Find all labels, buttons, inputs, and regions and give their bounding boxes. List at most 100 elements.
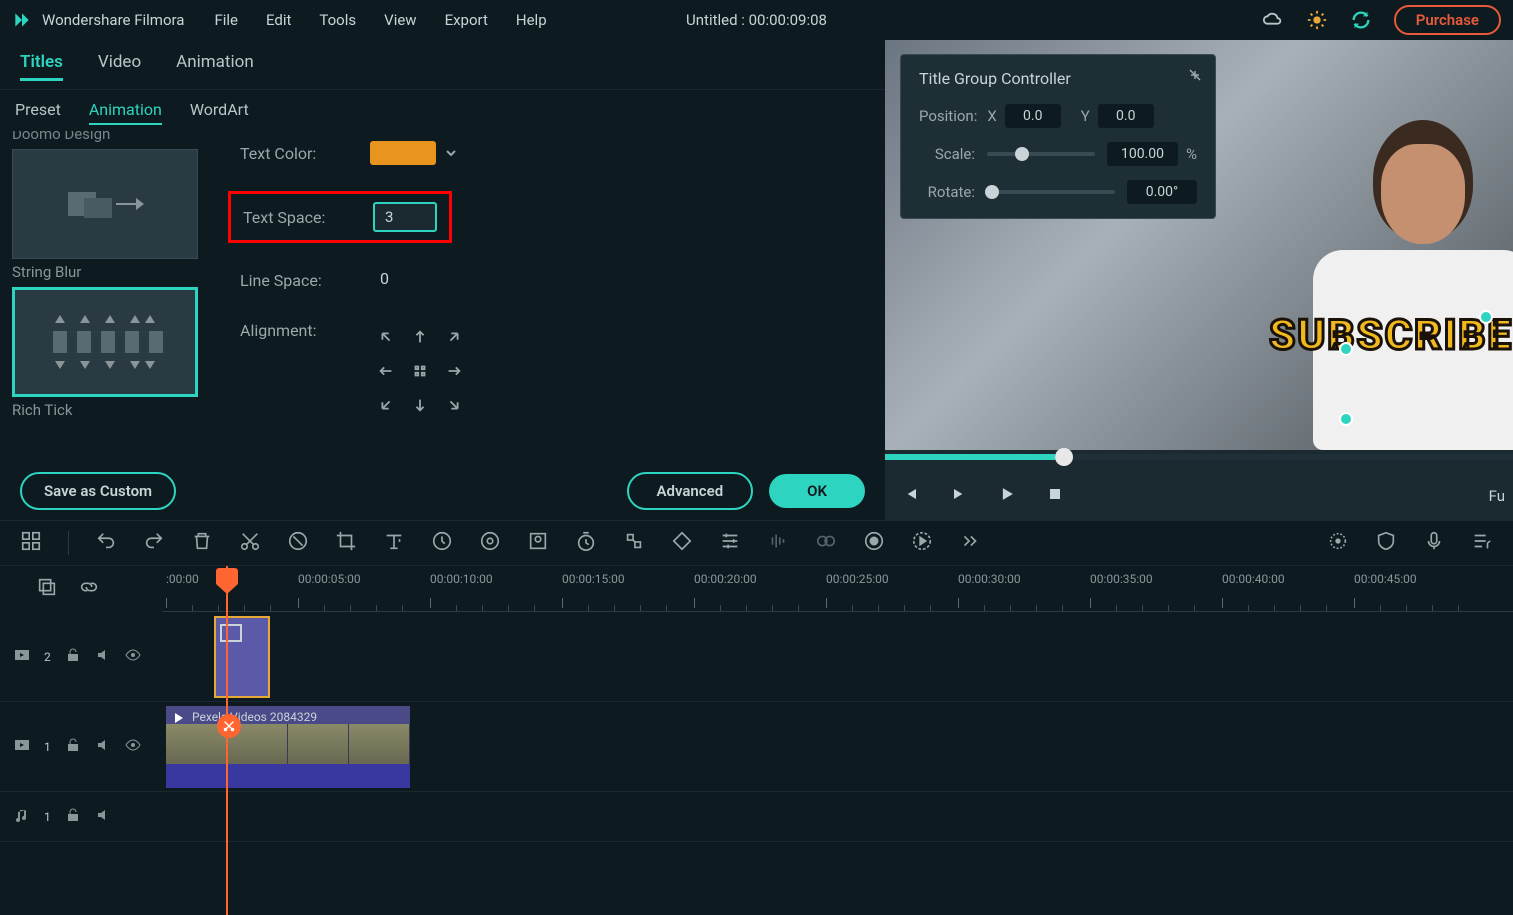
crop-icon[interactable] — [335, 530, 357, 556]
align-bottom-left[interactable] — [370, 389, 402, 421]
text-icon[interactable] — [383, 530, 405, 556]
tab-animation[interactable]: Animation — [176, 52, 254, 81]
timeline-ruler[interactable]: :00:0000:00:05:0000:00:10:0000:00:15:000… — [162, 566, 1513, 612]
subtab-preset[interactable]: Preset — [15, 100, 61, 125]
align-top[interactable] — [404, 321, 436, 353]
eye-icon[interactable] — [125, 737, 141, 757]
playback-controls: Fu — [885, 484, 1513, 508]
tab-video[interactable]: Video — [98, 52, 141, 81]
music-list-icon[interactable] — [1471, 530, 1493, 556]
advanced-button[interactable]: Advanced — [627, 472, 754, 510]
mute-icon[interactable] — [95, 737, 111, 757]
menu-export[interactable]: Export — [445, 11, 488, 29]
duration-icon[interactable] — [575, 530, 597, 556]
timeline-toolbar — [0, 520, 1513, 566]
redo-icon[interactable] — [143, 530, 165, 556]
stop-button[interactable] — [1045, 484, 1065, 508]
line-space-label: Line Space: — [240, 271, 370, 290]
collapse-icon[interactable] — [1187, 67, 1203, 83]
preview-progress[interactable] — [885, 454, 1513, 460]
play-button[interactable] — [997, 484, 1017, 508]
mute-icon[interactable] — [95, 647, 111, 667]
next-frame-button[interactable] — [949, 484, 969, 508]
progress-knob[interactable] — [1055, 448, 1073, 466]
text-space-input[interactable] — [373, 202, 437, 232]
text-color-swatch[interactable] — [370, 141, 436, 165]
scale-slider[interactable] — [987, 152, 1095, 156]
control-handle[interactable] — [1339, 412, 1353, 426]
refresh-icon[interactable] — [1350, 9, 1372, 31]
position-label: Position: — [919, 107, 977, 125]
prev-frame-button[interactable] — [901, 484, 921, 508]
link-icon[interactable] — [78, 576, 100, 602]
adjust-icon[interactable] — [719, 530, 741, 556]
more-icon[interactable] — [959, 530, 981, 556]
preset-thumb-string-blur[interactable] — [12, 149, 198, 259]
align-top-right[interactable] — [438, 321, 470, 353]
preset-list: Doomo Design String Blur Rich Tick — [0, 131, 210, 462]
color-icon[interactable] — [479, 530, 501, 556]
menu-file[interactable]: File — [214, 11, 238, 29]
video-clip[interactable]: Pexels Videos 2084329 — [166, 706, 410, 788]
title-group-controller[interactable]: Title Group Controller Position: X 0.0 Y… — [900, 54, 1216, 219]
chevron-down-icon[interactable] — [444, 146, 458, 160]
fullscreen-label[interactable]: Fu — [1489, 487, 1513, 505]
ok-button[interactable]: OK — [769, 474, 865, 508]
keyframe-icon[interactable] — [671, 530, 693, 556]
cut-icon[interactable] — [239, 530, 261, 556]
tips-icon[interactable] — [1306, 9, 1328, 31]
detach-icon[interactable] — [623, 530, 645, 556]
align-center[interactable] — [404, 355, 436, 387]
render-icon[interactable] — [911, 530, 933, 556]
control-handle[interactable] — [1339, 342, 1353, 356]
line-space-value[interactable]: 0 — [370, 265, 434, 295]
undo-icon[interactable] — [95, 530, 117, 556]
y-value[interactable]: 0.0 — [1098, 104, 1154, 128]
rotate-slider[interactable] — [987, 190, 1115, 194]
lock-icon[interactable] — [65, 807, 81, 827]
mixer-icon[interactable] — [815, 530, 837, 556]
lock-icon[interactable] — [65, 737, 81, 757]
menu-tools[interactable]: Tools — [319, 11, 356, 29]
delete-icon[interactable] — [191, 530, 213, 556]
preset-thumb-rich-tick[interactable] — [12, 287, 198, 397]
eye-icon[interactable] — [125, 647, 141, 667]
purchase-button[interactable]: Purchase — [1394, 5, 1501, 35]
lock-icon[interactable] — [65, 647, 81, 667]
mic-icon[interactable] — [1423, 530, 1445, 556]
playhead[interactable] — [226, 566, 228, 915]
save-custom-button[interactable]: Save as Custom — [20, 472, 176, 510]
title-clip[interactable] — [214, 616, 270, 698]
menu-edit[interactable]: Edit — [266, 11, 291, 29]
marker-icon[interactable] — [1327, 530, 1349, 556]
subscribe-overlay[interactable]: SUBSCRIBE — [1269, 311, 1513, 360]
align-right[interactable] — [438, 355, 470, 387]
grid-icon[interactable] — [20, 530, 42, 556]
menu-help[interactable]: Help — [516, 11, 547, 29]
greenscreen-icon[interactable] — [527, 530, 549, 556]
text-space-highlight: Text Space: — [228, 191, 452, 243]
copy-icon[interactable] — [36, 576, 58, 602]
tab-titles[interactable]: Titles — [20, 52, 63, 81]
audio-icon[interactable] — [767, 530, 789, 556]
cloud-icon[interactable] — [1262, 9, 1284, 31]
record-icon[interactable] — [863, 530, 885, 556]
cut-marker[interactable] — [217, 714, 241, 738]
control-handle[interactable] — [1479, 310, 1493, 324]
align-top-left[interactable] — [370, 321, 402, 353]
speed-icon[interactable] — [431, 530, 453, 556]
text-color-label: Text Color: — [240, 144, 370, 163]
mute-icon[interactable] — [95, 807, 111, 827]
ruler-tick: 00:00:15:00 — [562, 572, 625, 586]
align-bottom[interactable] — [404, 389, 436, 421]
align-left[interactable] — [370, 355, 402, 387]
subtab-wordart[interactable]: WordArt — [190, 100, 249, 125]
subtab-animation[interactable]: Animation — [89, 100, 162, 125]
ripple-icon[interactable] — [287, 530, 309, 556]
align-bottom-right[interactable] — [438, 389, 470, 421]
x-value[interactable]: 0.0 — [1005, 104, 1061, 128]
rotate-value[interactable]: 0.00° — [1127, 180, 1197, 204]
scale-value[interactable]: 100.00 — [1107, 142, 1178, 166]
shield-icon[interactable] — [1375, 530, 1397, 556]
menu-view[interactable]: View — [384, 11, 416, 29]
